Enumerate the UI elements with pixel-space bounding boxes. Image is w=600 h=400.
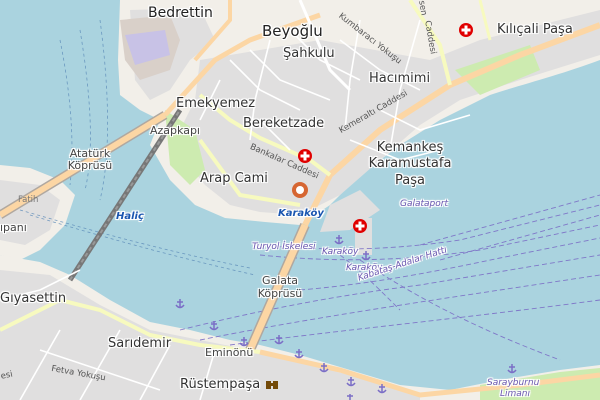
label-sahkulu: Şahkulu [283,46,335,61]
label-galata-koprusu: Galata Köprüsü [257,274,303,300]
anchor-icon[interactable] [344,393,356,400]
label-esi: esi [0,369,14,382]
label-turyol-iskelesi: Turyol İskelesi [252,242,316,252]
binoculars-icon[interactable] [265,378,279,390]
hospital-cross-icon[interactable] [458,22,474,38]
label-fatih: Fatih [18,195,39,205]
label-bedrettin: Bedrettin [148,5,213,21]
label-halic: Haliç [116,211,144,222]
label-sen: sen [416,0,429,17]
map-canvas[interactable]: Bedrettin Beyoğlu Şahkulu Hacımimi Kılıç… [0,0,600,400]
label-unkapani: ıpanı [0,221,27,234]
anchor-icon[interactable] [293,348,305,360]
label-ataturk-koprusu: Atatürk Köprüsü [67,147,113,173]
label-sarayburnu: Sarayburnu [487,378,540,388]
label-limani: Limanı [500,389,531,399]
label-beyoglu: Beyoğlu [262,22,323,40]
label-eminonu: Eminönü [205,346,254,359]
anchor-icon[interactable] [318,362,330,374]
anchor-icon[interactable] [273,334,285,346]
anchor-icon[interactable] [174,298,186,310]
label-emekyemez: Emekyemez [176,96,256,111]
hospital-cross-icon[interactable] [297,148,313,164]
anchor-icon[interactable] [208,320,220,332]
label-azapkapi: Azapkapı [150,124,200,137]
label-galataport: Galataport [400,199,448,209]
hospital-cross-icon[interactable] [352,218,368,234]
label-rustempasa: Rüstempaşa [180,377,261,392]
anchor-icon[interactable] [376,383,388,395]
anchor-icon[interactable] [506,363,518,375]
label-arap-cami: Arap Cami [200,171,268,186]
label-karakoy: Karaköy [278,208,324,219]
location-pin-icon[interactable] [290,180,310,204]
anchor-icon[interactable] [345,376,357,388]
label-giyasettin: Gıyasettin [0,291,67,306]
anchor-icon[interactable] [333,234,345,246]
label-hacimimi: Hacımimi [369,71,431,86]
label-kemankes-karamustafa-pasa: Kemankeş Karamustafa Paşa [368,140,452,188]
label-bereketzade: Bereketzade [243,116,325,131]
anchor-icon[interactable] [360,250,372,262]
label-karakoy-pier-1: Karaköy [322,247,359,257]
label-saridemir: Sarıdemir [108,336,172,351]
label-kilicali-pasa: Kılıçali Paşa [497,22,573,37]
